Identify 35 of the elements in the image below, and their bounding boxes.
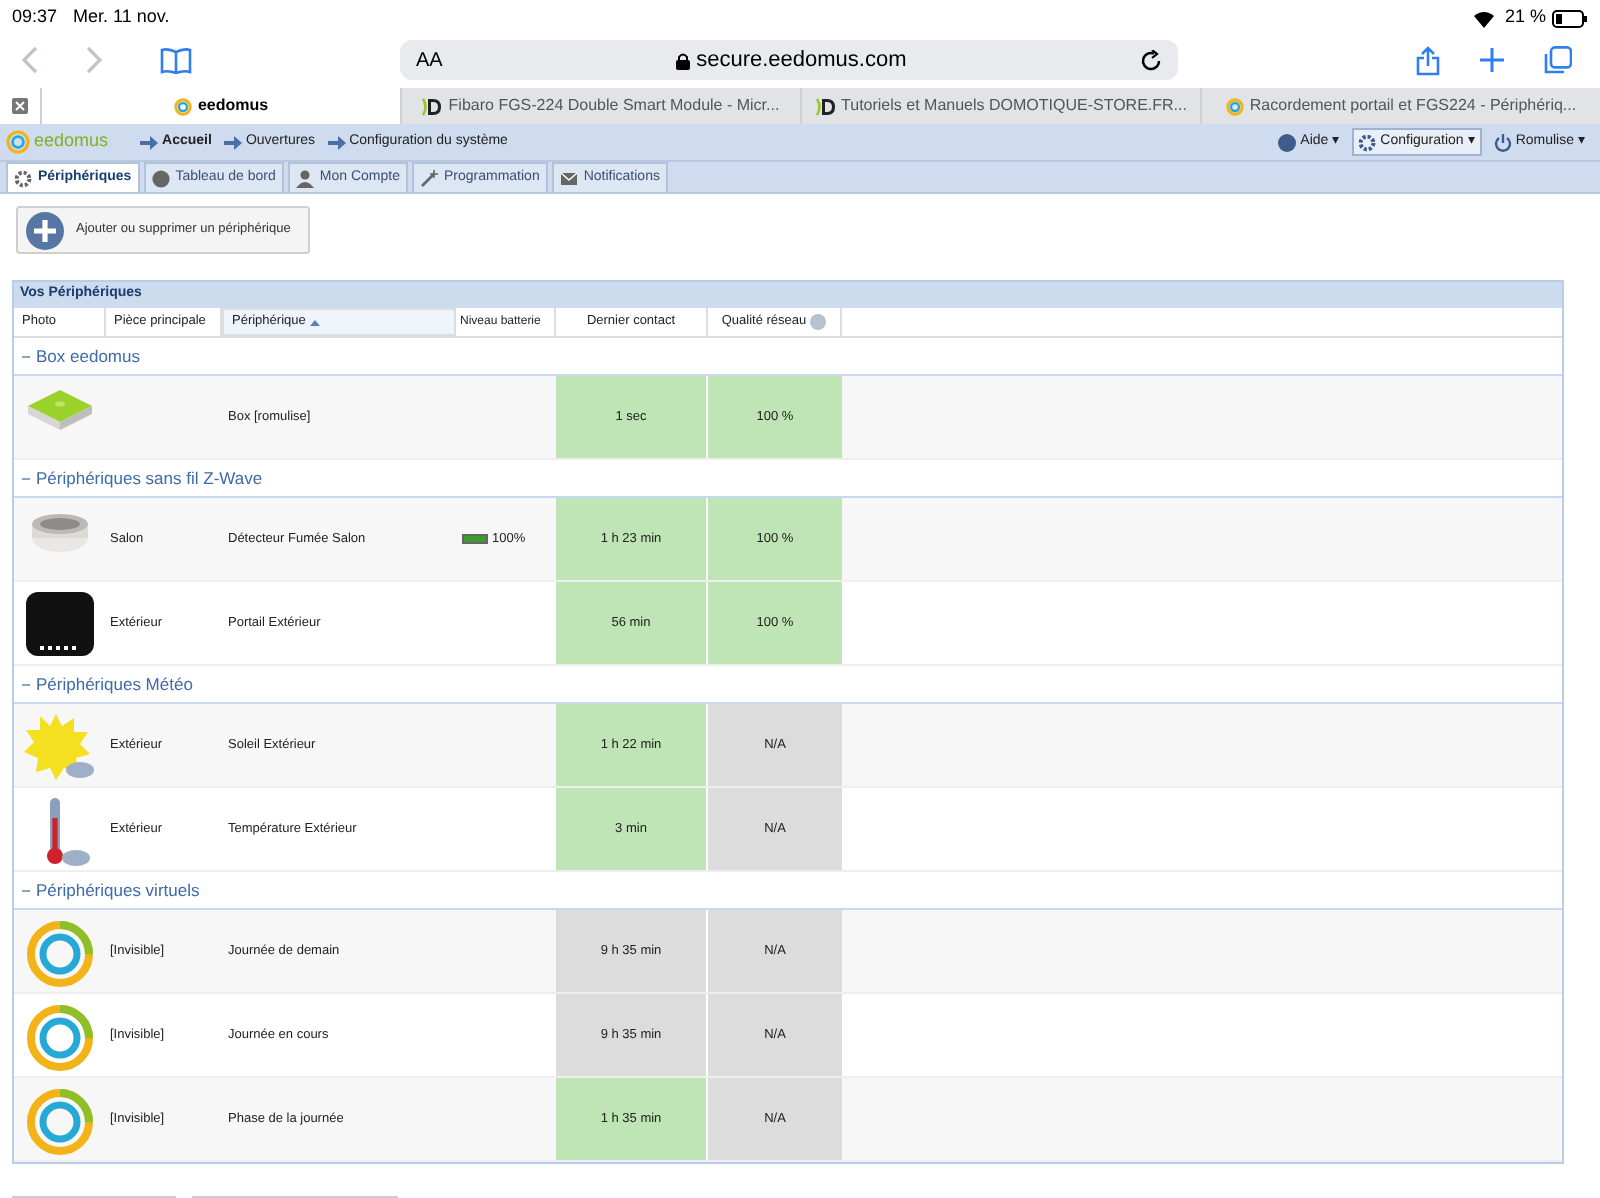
user-icon	[295, 169, 314, 187]
address-bar[interactable]: AA secure.eedomus.com	[400, 40, 1178, 80]
lock-icon	[676, 51, 691, 69]
group-title: Périphériques sans fil Z-Wave	[36, 465, 263, 491]
power-icon	[1493, 133, 1512, 151]
group-title: Périphériques Météo	[36, 671, 193, 697]
status-date: Mer. 11 nov.	[73, 4, 170, 31]
arrow-icon	[327, 135, 346, 149]
share-button[interactable]	[1416, 45, 1440, 75]
wand-icon	[419, 169, 438, 187]
d-letter-icon	[815, 97, 836, 115]
ring-icon	[173, 97, 192, 115]
wifi-icon	[1472, 9, 1497, 27]
switch-module-drawing	[20, 587, 100, 659]
new-tab-button[interactable]	[1480, 48, 1504, 72]
reload-icon	[1140, 49, 1163, 71]
arrow-icon	[223, 135, 242, 149]
sort-ascending-icon	[309, 319, 320, 325]
arrow-icon	[140, 135, 159, 149]
bookmarks-button[interactable]	[160, 47, 192, 73]
close-tab-icon[interactable]	[12, 98, 28, 114]
d-letter-icon	[422, 97, 443, 115]
battery-icon	[1552, 9, 1588, 27]
gear-icon	[14, 169, 32, 187]
gear-icon	[1358, 133, 1377, 151]
plus-icon	[26, 211, 64, 249]
ring-icon	[1225, 97, 1244, 115]
envelope-icon	[559, 169, 578, 187]
battery-percent: 21 %	[1504, 4, 1546, 31]
group-title: Box eedomus	[36, 343, 140, 369]
status-time: 09:37	[12, 4, 58, 31]
tabs-button[interactable]	[1544, 46, 1572, 74]
browser-tab[interactable]: eedomus	[40, 88, 400, 124]
group-title: Périphériques virtuels	[36, 877, 200, 903]
sun-cloud-icon	[20, 709, 100, 781]
